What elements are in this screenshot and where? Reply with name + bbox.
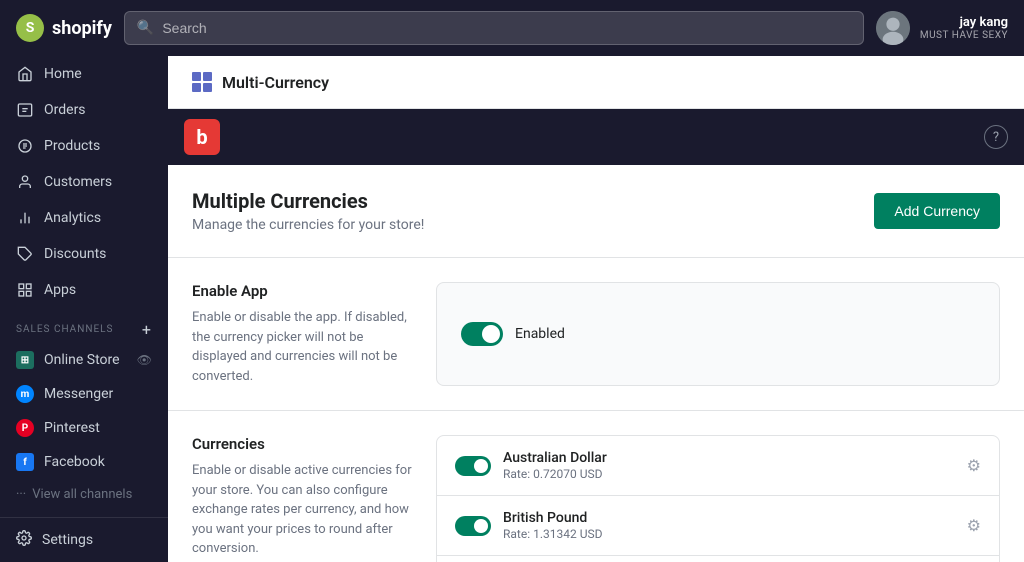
search-input[interactable] bbox=[162, 20, 851, 36]
sidebar-item-customers[interactable]: Customers bbox=[0, 164, 168, 200]
enable-app-right: Enabled bbox=[436, 282, 1000, 386]
sidebar-item-settings[interactable]: Settings bbox=[0, 518, 168, 562]
currencies-list: Australian Dollar Rate: 0.72070 USD ⚙ Br… bbox=[436, 435, 1000, 562]
currency-gear-aud[interactable]: ⚙ bbox=[967, 456, 981, 475]
channel-label: Pinterest bbox=[44, 420, 100, 436]
enable-app-title: Enable App bbox=[192, 282, 412, 300]
sidebar-item-label: Customers bbox=[44, 174, 112, 190]
sidebar-item-facebook[interactable]: f Facebook bbox=[0, 445, 168, 479]
products-icon bbox=[16, 137, 34, 155]
user-name: jay kang bbox=[920, 15, 1008, 30]
add-channel-button[interactable]: + bbox=[142, 320, 152, 339]
currency-item-gbp: British Pound Rate: 1.31342 USD ⚙ bbox=[437, 496, 999, 556]
content-area: Multiple Currencies Manage the currencie… bbox=[168, 165, 1024, 562]
section-title: Multiple Currencies bbox=[192, 189, 424, 213]
currency-name: British Pound bbox=[503, 510, 955, 526]
sidebar-item-label: Analytics bbox=[44, 210, 101, 226]
add-currency-button[interactable]: Add Currency bbox=[874, 193, 1000, 229]
currency-item-cad: Canadian Dollar Rate: 0.76978 USD ⚙ bbox=[437, 556, 999, 562]
sidebar-footer: Settings bbox=[0, 517, 168, 562]
page-header: Multi-Currency bbox=[168, 56, 1024, 109]
analytics-icon bbox=[16, 209, 34, 227]
sidebar-item-products[interactable]: Products bbox=[0, 128, 168, 164]
search-bar[interactable]: 🔍 bbox=[124, 11, 864, 45]
customers-icon bbox=[16, 173, 34, 191]
section-subtitle: Manage the currencies for your store! bbox=[192, 217, 424, 233]
currency-rate: Rate: 1.31342 USD bbox=[503, 527, 955, 541]
section-info: Multiple Currencies Manage the currencie… bbox=[192, 189, 424, 233]
user-info: jay kang MUST HAVE SEXY bbox=[920, 15, 1008, 41]
currency-toggle-gbp[interactable] bbox=[455, 516, 491, 536]
home-icon bbox=[16, 65, 34, 83]
currencies-section: Currencies Enable or disable active curr… bbox=[168, 411, 1024, 562]
online-store-icon: ⊞ bbox=[16, 351, 34, 369]
sidebar-item-home[interactable]: Home bbox=[0, 56, 168, 92]
sidebar-item-label: Discounts bbox=[44, 246, 106, 262]
channel-label: Facebook bbox=[44, 454, 105, 470]
sidebar-item-label: Apps bbox=[44, 282, 76, 298]
shopify-logo: S shopify bbox=[16, 14, 112, 42]
currency-rate: Rate: 0.72070 USD bbox=[503, 467, 955, 481]
sidebar-item-messenger[interactable]: m Messenger bbox=[0, 377, 168, 411]
sidebar-item-pinterest[interactable]: P Pinterest bbox=[0, 411, 168, 445]
sales-channels-label: SALES CHANNELS + bbox=[0, 308, 168, 343]
settings-icon bbox=[16, 530, 32, 550]
banner-help-button[interactable]: ? bbox=[984, 125, 1008, 149]
apps-icon bbox=[16, 281, 34, 299]
enable-app-description: Enable or disable the app. If disabled, … bbox=[192, 308, 412, 386]
app-banner: b ? bbox=[168, 109, 1024, 165]
currency-gear-gbp[interactable]: ⚙ bbox=[967, 516, 981, 535]
search-icon: 🔍 bbox=[137, 20, 154, 36]
sidebar-item-label: Products bbox=[44, 138, 100, 154]
currency-toggle-aud[interactable] bbox=[455, 456, 491, 476]
sidebar-item-analytics[interactable]: Analytics bbox=[0, 200, 168, 236]
page-header-icon bbox=[192, 72, 212, 92]
avatar bbox=[876, 11, 910, 45]
user-subtitle: MUST HAVE SEXY bbox=[920, 30, 1008, 41]
sidebar: Home Orders Products Customers Analytics bbox=[0, 56, 168, 562]
enable-app-toggle[interactable] bbox=[461, 322, 503, 346]
channel-label: Online Store bbox=[44, 352, 120, 368]
ellipsis-icon: ··· bbox=[16, 487, 26, 502]
app-logo: b bbox=[184, 119, 220, 155]
user-area: jay kang MUST HAVE SEXY bbox=[876, 11, 1008, 45]
channel-label: Messenger bbox=[44, 386, 113, 402]
view-all-channels[interactable]: ··· View all channels bbox=[0, 479, 168, 510]
currency-info-gbp: British Pound Rate: 1.31342 USD bbox=[503, 510, 955, 541]
discounts-icon bbox=[16, 245, 34, 263]
app-body: Home Orders Products Customers Analytics bbox=[0, 56, 1024, 562]
sidebar-item-label: Home bbox=[44, 66, 82, 82]
sidebar-item-apps[interactable]: Apps bbox=[0, 272, 168, 308]
currency-item-aud: Australian Dollar Rate: 0.72070 USD ⚙ bbox=[437, 436, 999, 496]
sidebar-item-discounts[interactable]: Discounts bbox=[0, 236, 168, 272]
sidebar-item-online-store[interactable]: ⊞ Online Store 👁 bbox=[0, 343, 168, 377]
toggle-label: Enabled bbox=[515, 326, 565, 342]
orders-icon bbox=[16, 101, 34, 119]
sidebar-item-orders[interactable]: Orders bbox=[0, 92, 168, 128]
page-title: Multi-Currency bbox=[222, 73, 329, 92]
messenger-icon: m bbox=[16, 385, 34, 403]
top-nav: S shopify 🔍 jay kang MUST HAVE SEXY bbox=[0, 0, 1024, 56]
facebook-icon: f bbox=[16, 453, 34, 471]
sidebar-item-label: Orders bbox=[44, 102, 86, 118]
enable-app-left: Enable App Enable or disable the app. If… bbox=[192, 282, 412, 386]
enable-app-section: Enable App Enable or disable the app. If… bbox=[168, 258, 1024, 411]
shopify-logo-icon: S bbox=[16, 14, 44, 42]
currency-name: Australian Dollar bbox=[503, 450, 955, 466]
section-header: Multiple Currencies Manage the currencie… bbox=[168, 165, 1024, 258]
pinterest-icon: P bbox=[16, 419, 34, 437]
currencies-title: Currencies bbox=[192, 435, 412, 453]
main-content: Multi-Currency b ? Multiple Currencies M… bbox=[168, 56, 1024, 562]
eye-icon[interactable]: 👁 bbox=[137, 353, 152, 367]
currencies-description: Enable or disable active currencies for … bbox=[192, 461, 412, 559]
currencies-left: Currencies Enable or disable active curr… bbox=[192, 435, 412, 562]
currency-info-aud: Australian Dollar Rate: 0.72070 USD bbox=[503, 450, 955, 481]
logo-text: shopify bbox=[52, 18, 112, 39]
